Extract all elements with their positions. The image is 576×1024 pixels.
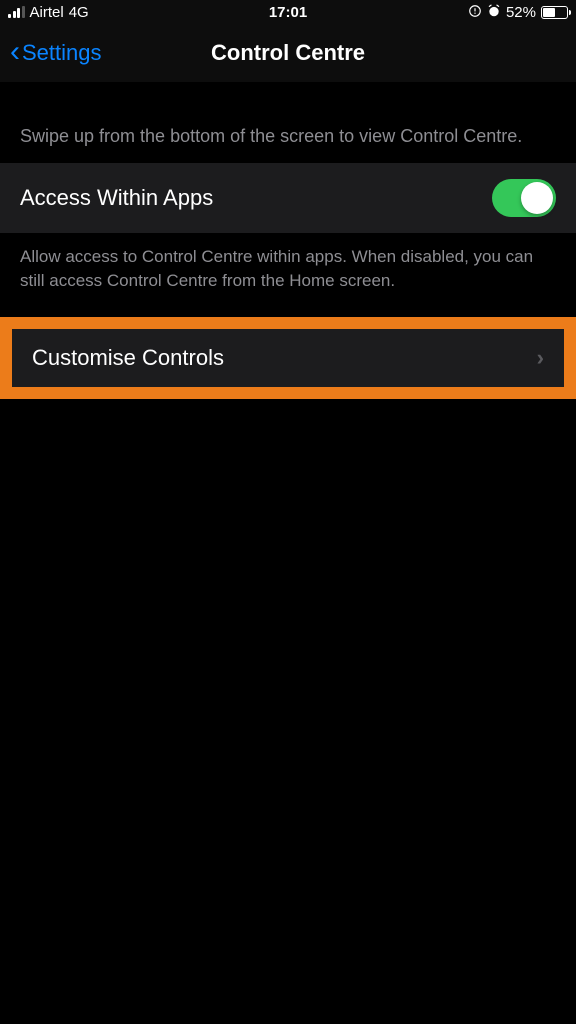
rotation-lock-icon (468, 4, 482, 21)
access-within-apps-label: Access Within Apps (20, 185, 213, 211)
alarm-icon (487, 4, 501, 21)
highlight-annotation: Customise Controls › (0, 317, 576, 399)
access-within-apps-row: Access Within Apps (0, 163, 576, 233)
customise-controls-label: Customise Controls (32, 345, 224, 371)
back-button[interactable]: ‹ Settings (10, 40, 102, 67)
status-bar: Airtel 4G 17:01 52% (0, 0, 576, 24)
battery-percent: 52% (506, 4, 536, 21)
intro-description: Swipe up from the bottom of the screen t… (0, 82, 576, 163)
status-right: 52% (468, 4, 568, 21)
back-label: Settings (22, 40, 102, 66)
chevron-right-icon: › (537, 345, 544, 371)
carrier-label: Airtel (30, 4, 64, 21)
battery-icon (541, 6, 568, 19)
toggle-knob (521, 182, 553, 214)
nav-bar: ‹ Settings Control Centre (0, 24, 576, 82)
signal-icon (8, 6, 25, 18)
customise-controls-row[interactable]: Customise Controls › (12, 329, 564, 387)
status-left: Airtel 4G (8, 4, 89, 21)
chevron-left-icon: ‹ (10, 37, 20, 67)
access-footer-description: Allow access to Control Centre within ap… (0, 233, 576, 317)
access-within-apps-toggle[interactable] (492, 179, 556, 217)
status-time: 17:01 (269, 4, 307, 21)
page-title: Control Centre (211, 40, 365, 66)
network-label: 4G (69, 4, 89, 21)
